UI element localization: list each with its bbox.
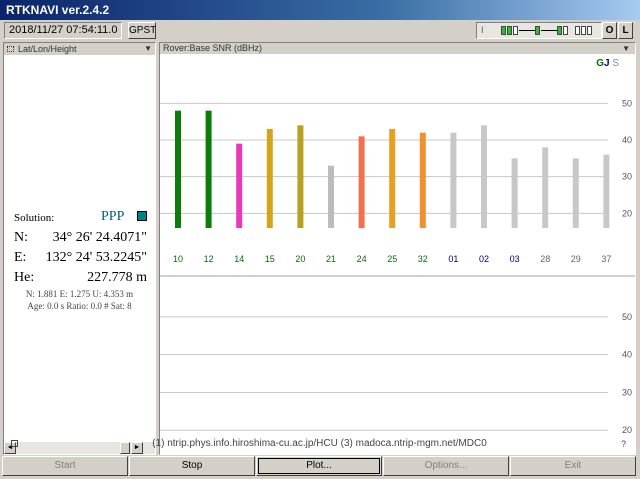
processing-indicator bbox=[535, 26, 540, 35]
snr-plot-bar bbox=[389, 129, 396, 228]
snr-plot-category-label: 12 bbox=[204, 254, 214, 264]
stream-status-indicators: I bbox=[476, 22, 602, 39]
snr-plot-bar bbox=[205, 110, 212, 228]
snr-plot-category-label: 14 bbox=[234, 254, 244, 264]
link-button[interactable]: L bbox=[618, 22, 633, 39]
snr-plot-panel: Rover:Base SNR (dBHz) ▼ GJ S 20 30 40 50 10 1… bbox=[159, 42, 636, 455]
toolbar: 2018/11/27 07:54:11.0 GPST I O L bbox=[0, 20, 640, 42]
stop-button[interactable]: Stop bbox=[129, 456, 255, 476]
snr-plot-bar bbox=[358, 136, 365, 228]
solution2-stream-indicator bbox=[563, 26, 568, 35]
title-bar: RTKNAVI ver.2.4.2 bbox=[0, 0, 640, 20]
snr-plot-category-label: 10 bbox=[173, 254, 183, 264]
snr-plot-category-label: 03 bbox=[510, 254, 520, 264]
solution-panel-header[interactable]: Lat/Lon/Height ▼ bbox=[4, 43, 155, 55]
solution-stream-indicator bbox=[557, 26, 562, 35]
snr-plot-category-label: 32 bbox=[418, 254, 428, 264]
arrow-right-icon bbox=[519, 30, 535, 31]
snr-plot-bar bbox=[481, 125, 487, 228]
time-display: 2018/11/27 07:54:11.0 bbox=[4, 22, 123, 39]
solution-panel: Lat/Lon/Height ▼ Solution: PPP N: 34° 26… bbox=[3, 42, 156, 455]
correction-stream-indicator bbox=[513, 26, 518, 35]
log-output-button[interactable]: O bbox=[602, 22, 617, 39]
arrow-right-icon bbox=[541, 30, 557, 31]
chevron-down-icon[interactable]: ▼ bbox=[622, 43, 630, 54]
status-bar: (1) ntrip.phys.info.hiroshima-cu.ac.jp/H… bbox=[3, 437, 636, 451]
stdev-line: N: 1.881 E: 1.275 U: 4.353 m bbox=[25, 289, 134, 299]
rover-stream-indicator bbox=[501, 26, 506, 35]
log2-stream-indicator bbox=[581, 26, 586, 35]
info-status-icon: I bbox=[481, 25, 484, 35]
snr-plot-bar bbox=[603, 154, 610, 228]
snr-plot-category-label: 20 bbox=[295, 254, 305, 264]
snr-plot-tick-label: 30 bbox=[622, 172, 632, 182]
help-icon[interactable]: ? bbox=[621, 437, 626, 451]
snr-plot-bar bbox=[297, 125, 304, 228]
snr-plot-tick-label: 20 bbox=[622, 208, 632, 218]
options-button[interactable]: Options... bbox=[383, 456, 509, 476]
snr-plot-bar bbox=[236, 143, 243, 228]
start-button[interactable]: Start bbox=[2, 456, 128, 476]
panel-header-label: Lat/Lon/Height bbox=[18, 44, 77, 54]
snr-plot-tick-label: 50 bbox=[622, 98, 632, 108]
status-text: (1) ntrip.phys.info.hiroshima-cu.ac.jp/H… bbox=[152, 438, 487, 449]
snr-chart: 20 30 40 50 10 12 14 15 20 21 24 25 32 01 02 03 28 29 37 20… bbox=[160, 98, 635, 435]
base-stream-indicator bbox=[507, 26, 512, 35]
latitude-value: 34° 26' 24.4071" bbox=[52, 230, 147, 245]
snr-plot-category-label: 24 bbox=[357, 254, 367, 264]
residual-plot-tick-label: 40 bbox=[622, 350, 632, 360]
log-stream-indicator bbox=[575, 26, 580, 35]
residual-plot-tick-label: 30 bbox=[622, 387, 632, 397]
height-value: 227.778 m bbox=[87, 270, 147, 285]
log3-stream-indicator bbox=[587, 26, 592, 35]
snr-plot-category-label: 37 bbox=[601, 254, 611, 264]
snr-plot-category-label: 02 bbox=[479, 254, 489, 264]
longitude-label: E: bbox=[14, 250, 27, 265]
snr-plot-category-label: 29 bbox=[571, 254, 581, 264]
snr-plot-bar bbox=[175, 110, 181, 228]
window-title: RTKNAVI ver.2.4.2 bbox=[6, 3, 110, 17]
snr-plot-bar bbox=[266, 129, 273, 228]
snr-panel-header[interactable]: Rover:Base SNR (dBHz) ▼ bbox=[160, 43, 635, 54]
time-system-button[interactable]: GPST bbox=[128, 22, 156, 39]
residual-plot-tick-label: 20 bbox=[622, 425, 632, 435]
height-label: He: bbox=[14, 270, 35, 285]
snr-plot-category-label: 28 bbox=[540, 254, 550, 264]
longitude-value: 132° 24' 53.2245" bbox=[45, 250, 147, 265]
snr-plot-category-label: 21 bbox=[326, 254, 336, 264]
exit-button[interactable]: Exit bbox=[510, 456, 636, 476]
snr-plot-bar bbox=[419, 132, 426, 228]
latitude-label: N: bbox=[14, 230, 28, 245]
snr-plot-bar bbox=[572, 158, 579, 228]
main-window: 2018/11/27 07:54:11.0 GPST I O L Lat/Lon… bbox=[0, 20, 640, 479]
plot-button[interactable]: Plot... bbox=[256, 456, 382, 476]
snr-panel-title: Rover:Base SNR (dBHz) bbox=[163, 43, 263, 53]
snr-plot-tick-label: 40 bbox=[622, 135, 632, 145]
snr-plot-category-label: 15 bbox=[265, 254, 275, 264]
solution-status-indicator bbox=[137, 211, 147, 221]
solution-label: Solution: bbox=[14, 212, 55, 224]
snr-plot-bar bbox=[450, 132, 457, 228]
snr-plot-category-label: 25 bbox=[387, 254, 397, 264]
solution-type: PPP bbox=[101, 209, 125, 224]
snr-plot-bar bbox=[542, 147, 549, 228]
status-square-icon bbox=[11, 440, 18, 447]
snr-plot-bar bbox=[511, 158, 518, 228]
snr-plot-bar bbox=[328, 165, 334, 228]
chevron-down-icon[interactable]: ▼ bbox=[144, 43, 152, 55]
snr-plot-category-label: 01 bbox=[448, 254, 458, 264]
panel-menu-icon bbox=[7, 46, 14, 52]
action-bar: Start Stop Plot... Options... Exit bbox=[0, 456, 640, 479]
age-ratio-line: Age: 0.0 s Ratio: 0.0 # Sat: 8 bbox=[27, 301, 132, 311]
residual-plot-tick-label: 50 bbox=[622, 312, 632, 322]
